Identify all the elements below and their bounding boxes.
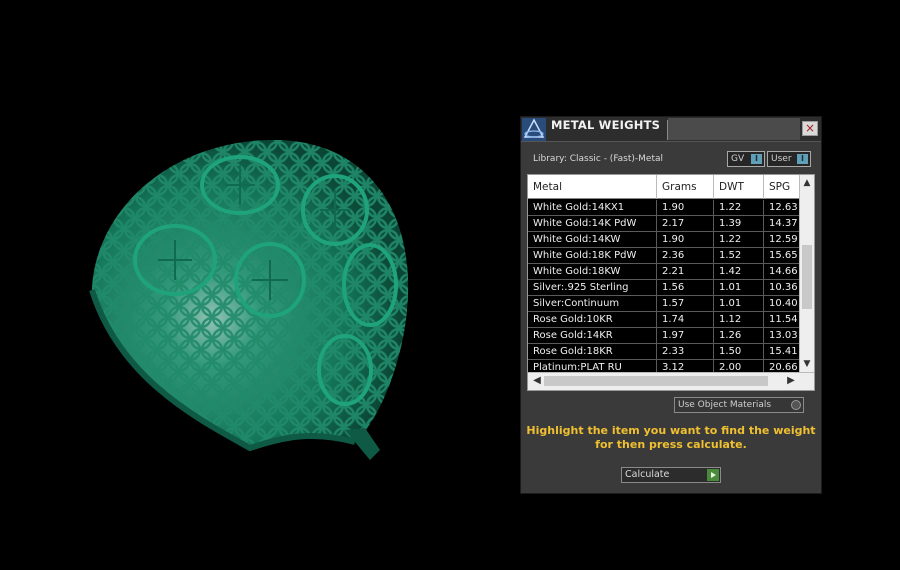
metal-table: Metal Grams DWT SPG White Gold:14KX1 1.90… bbox=[527, 174, 815, 391]
cell-spg: 10.36 bbox=[769, 282, 798, 293]
vertical-scroll-thumb[interactable] bbox=[802, 245, 812, 309]
cell-dwt: 2.00 bbox=[714, 360, 764, 372]
cell-grams: 2.33 bbox=[657, 344, 714, 359]
cell-grams: 2.36 bbox=[657, 248, 714, 263]
play-arrow-icon bbox=[707, 469, 719, 481]
cell-dwt: 1.22 bbox=[714, 232, 764, 247]
table-row[interactable]: White Gold:18KW 2.21 1.42 14.66 bbox=[528, 264, 799, 280]
cell-spg: 14.37 bbox=[769, 218, 798, 229]
title-drag-area[interactable] bbox=[668, 118, 800, 140]
table-row[interactable]: White Gold:14K PdW 2.17 1.39 14.37 bbox=[528, 216, 799, 232]
cell-grams: 3.12 bbox=[657, 360, 714, 372]
cell-dwt: 1.01 bbox=[714, 296, 764, 311]
column-header-spg[interactable]: SPG bbox=[764, 175, 799, 199]
cell-dwt: 1.50 bbox=[714, 344, 764, 359]
library-label: Library: Classic - (Fast)-Metal bbox=[533, 154, 664, 164]
table-row[interactable]: White Gold:14KX1 1.90 1.22 12.63 bbox=[528, 200, 799, 216]
cell-spg: 12.63 bbox=[769, 202, 798, 213]
close-icon[interactable]: × bbox=[802, 121, 818, 136]
cell-dwt: 1.42 bbox=[714, 264, 764, 279]
column-header-grams[interactable]: Grams bbox=[657, 175, 714, 199]
cell-metal: Silver:.925 Sterling bbox=[528, 280, 657, 295]
pierced-ring-model[interactable] bbox=[80, 130, 420, 460]
cell-grams: 1.56 bbox=[657, 280, 714, 295]
table-header: Metal Grams DWT SPG bbox=[528, 175, 799, 199]
cell-spg: 13.03 bbox=[769, 330, 798, 341]
gv-toggle-knob: I bbox=[751, 154, 762, 164]
cell-dwt: 1.39 bbox=[714, 216, 764, 231]
cell-spg: 10.40 bbox=[769, 298, 798, 309]
cell-grams: 1.74 bbox=[657, 312, 714, 327]
cell-grams: 1.90 bbox=[657, 232, 714, 247]
calculate-button[interactable]: Calculate bbox=[621, 467, 721, 483]
cell-metal: White Gold:18K PdW bbox=[528, 248, 657, 263]
cell-dwt: 1.01 bbox=[714, 280, 764, 295]
cell-grams: 1.57 bbox=[657, 296, 714, 311]
app-logo-icon bbox=[522, 118, 546, 141]
metal-weights-panel: METAL WEIGHTS × Library: Classic - (Fast… bbox=[520, 116, 822, 494]
user-toggle-knob: I bbox=[797, 154, 808, 164]
gv-toggle[interactable]: GV I bbox=[727, 151, 765, 167]
calculate-label: Calculate bbox=[625, 469, 670, 480]
cell-dwt: 1.22 bbox=[714, 200, 764, 215]
cell-grams: 2.21 bbox=[657, 264, 714, 279]
cell-spg: 12.59 bbox=[769, 234, 798, 245]
panel-titlebar[interactable]: METAL WEIGHTS × bbox=[521, 117, 821, 142]
panel-title: METAL WEIGHTS bbox=[551, 118, 661, 132]
cell-spg: 20.66 bbox=[769, 362, 798, 372]
cell-dwt: 1.12 bbox=[714, 312, 764, 327]
cell-spg: 11.54 bbox=[769, 314, 798, 325]
column-header-metal[interactable]: Metal bbox=[528, 175, 657, 199]
cell-metal: Silver:Continuum bbox=[528, 296, 657, 311]
cell-grams: 1.90 bbox=[657, 200, 714, 215]
cell-metal: White Gold:14K PdW bbox=[528, 216, 657, 231]
instructions-text: Highlight the item you want to find the … bbox=[521, 424, 821, 452]
cell-metal: Platinum:PLAT RU bbox=[528, 360, 657, 372]
radio-icon bbox=[791, 400, 801, 410]
table-row[interactable]: White Gold:18K PdW 2.36 1.52 15.65 bbox=[528, 248, 799, 264]
gv-toggle-label: GV bbox=[731, 154, 745, 164]
table-row[interactable]: White Gold:14KW 1.90 1.22 12.59 bbox=[528, 232, 799, 248]
horizontal-scrollbar[interactable]: ◀ ▶ bbox=[528, 372, 814, 390]
table-row[interactable]: Silver:.925 Sterling 1.56 1.01 10.36 bbox=[528, 280, 799, 296]
cell-grams: 1.97 bbox=[657, 328, 714, 343]
cell-spg: 14.66 bbox=[769, 266, 798, 277]
instructions-line-2: for then press calculate. bbox=[595, 438, 747, 451]
table-row[interactable]: Platinum:PLAT RU 3.12 2.00 20.66 bbox=[528, 360, 799, 372]
vertical-scrollbar[interactable]: ▲ ▼ bbox=[799, 175, 814, 372]
cell-grams: 2.17 bbox=[657, 216, 714, 231]
table-row[interactable]: Rose Gold:18KR 2.33 1.50 15.41 bbox=[528, 344, 799, 360]
cell-spg: 15.41 bbox=[769, 346, 798, 357]
user-toggle-label: User bbox=[771, 154, 792, 164]
table-row[interactable]: Silver:Continuum 1.57 1.01 10.40 bbox=[528, 296, 799, 312]
cell-dwt: 1.52 bbox=[714, 248, 764, 263]
cell-spg: 15.65 bbox=[769, 250, 798, 261]
cell-metal: White Gold:14KX1 bbox=[528, 200, 657, 215]
scroll-left-arrow-icon[interactable]: ◀ bbox=[530, 374, 544, 388]
table-body: White Gold:14KX1 1.90 1.22 12.63 White Gold:… bbox=[528, 200, 799, 372]
scroll-right-arrow-icon[interactable]: ▶ bbox=[784, 374, 798, 388]
column-header-dwt[interactable]: DWT bbox=[714, 175, 764, 199]
cell-dwt: 1.26 bbox=[714, 328, 764, 343]
cell-metal: White Gold:14KW bbox=[528, 232, 657, 247]
cell-metal: Rose Gold:10KR bbox=[528, 312, 657, 327]
cell-metal: White Gold:18KW bbox=[528, 264, 657, 279]
table-row[interactable]: Rose Gold:14KR 1.97 1.26 13.03 bbox=[528, 328, 799, 344]
scroll-up-arrow-icon[interactable]: ▲ bbox=[800, 176, 814, 190]
horizontal-scroll-thumb[interactable] bbox=[544, 376, 768, 386]
cell-metal: Rose Gold:14KR bbox=[528, 328, 657, 343]
user-toggle[interactable]: User I bbox=[767, 151, 811, 167]
use-object-materials-toggle[interactable]: Use Object Materials bbox=[674, 397, 804, 413]
cell-metal: Rose Gold:18KR bbox=[528, 344, 657, 359]
table-row[interactable]: Rose Gold:10KR 1.74 1.12 11.54 bbox=[528, 312, 799, 328]
scroll-down-arrow-icon[interactable]: ▼ bbox=[800, 357, 814, 371]
use-object-materials-label: Use Object Materials bbox=[678, 400, 772, 410]
instructions-line-1: Highlight the item you want to find the … bbox=[526, 424, 816, 437]
